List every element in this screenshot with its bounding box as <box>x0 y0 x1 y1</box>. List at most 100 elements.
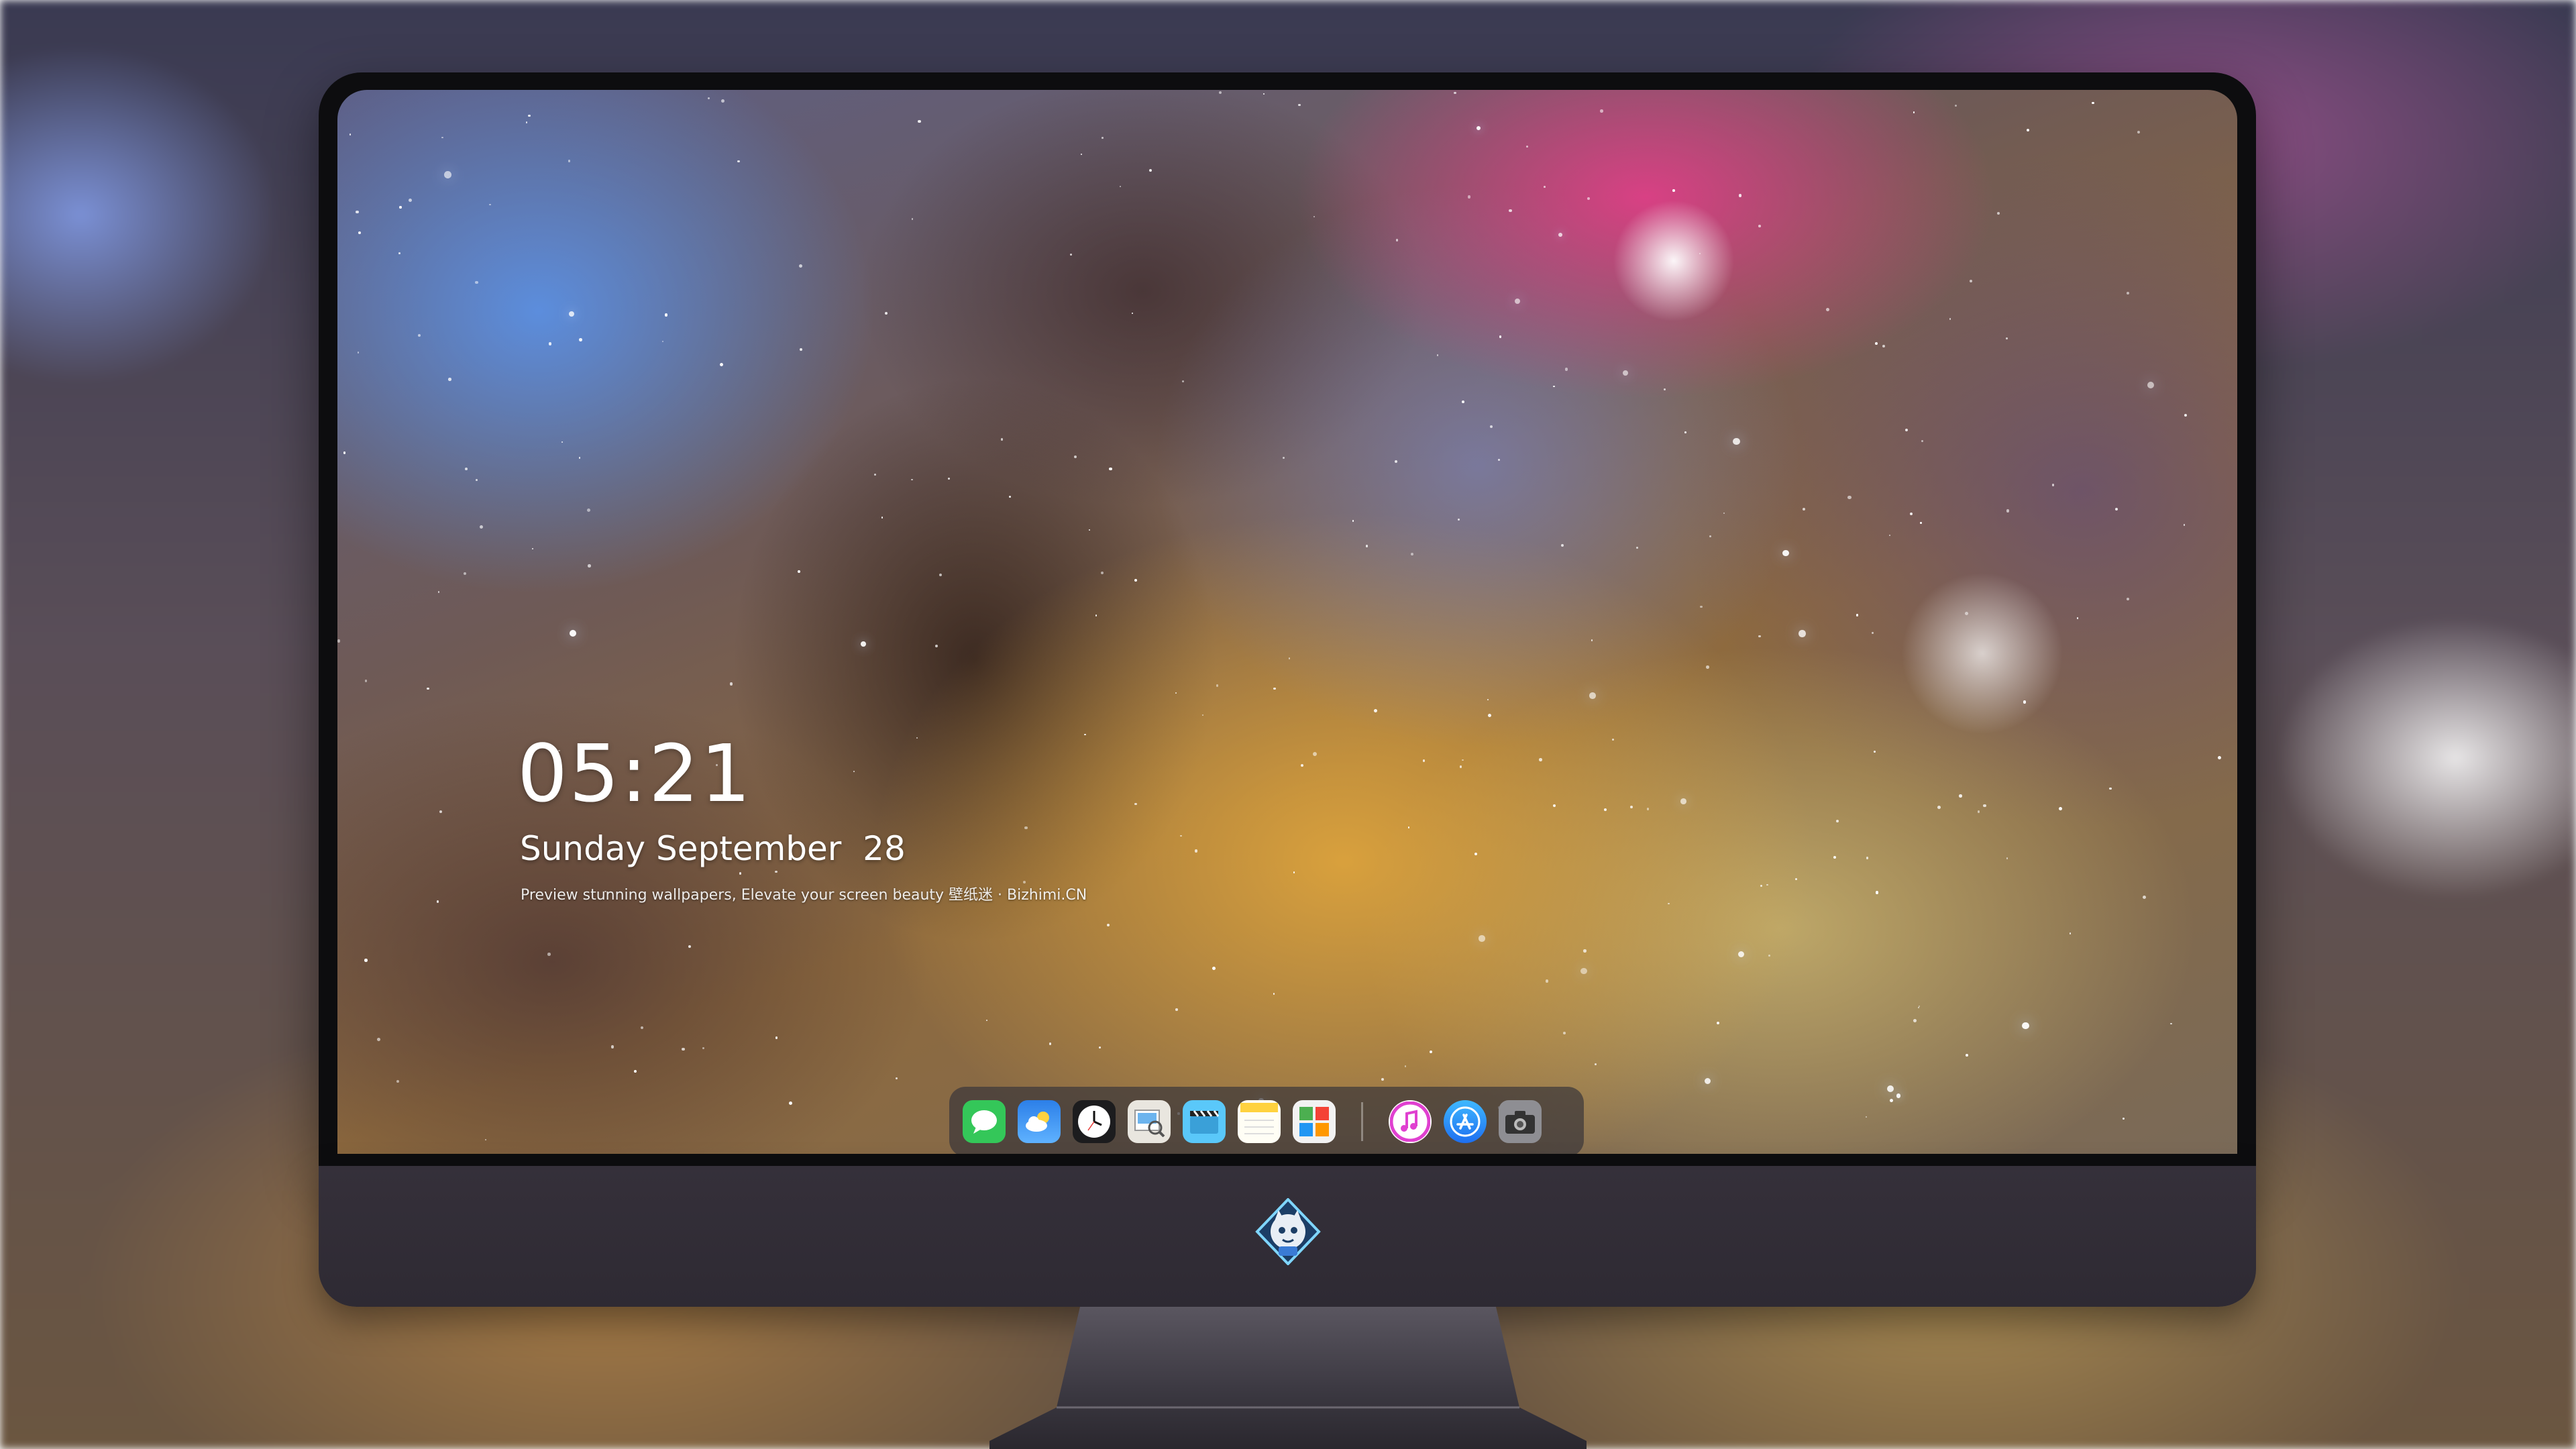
star <box>2127 292 2129 295</box>
monitor-chin <box>319 1166 2256 1307</box>
monitor-bezel: 05:21 Sunday September 28 Preview stunni… <box>319 72 2256 1166</box>
itunes-icon[interactable] <box>1389 1100 1432 1143</box>
star <box>1835 819 1839 823</box>
dock-separator <box>1361 1102 1363 1141</box>
star <box>1498 458 1500 461</box>
star <box>474 280 478 284</box>
star <box>1301 764 1304 767</box>
star <box>1799 630 1806 637</box>
star <box>2006 509 2010 513</box>
star <box>1591 639 1593 641</box>
star <box>1959 794 1962 798</box>
star <box>664 313 668 317</box>
star <box>579 338 582 341</box>
star <box>1394 460 1398 464</box>
star <box>1888 534 1890 536</box>
star <box>1499 335 1502 338</box>
star <box>1965 611 1969 616</box>
star <box>349 133 352 136</box>
star <box>1293 871 1295 874</box>
star <box>720 362 724 366</box>
star <box>2051 484 2055 486</box>
star <box>1560 543 1564 547</box>
star <box>934 645 938 648</box>
star <box>1084 733 1087 736</box>
star <box>1381 1077 1384 1081</box>
star <box>1488 714 1491 718</box>
star <box>1049 1042 1052 1045</box>
star <box>1833 855 1837 859</box>
photo-booth-icon[interactable] <box>1293 1100 1336 1143</box>
star <box>1970 279 1973 282</box>
star <box>484 1139 487 1141</box>
star <box>1913 111 1915 113</box>
star <box>938 573 942 577</box>
star <box>358 231 361 235</box>
star <box>1847 495 1851 500</box>
star <box>1709 535 1712 537</box>
star <box>2109 787 2112 790</box>
star <box>797 570 800 574</box>
star <box>634 1069 637 1073</box>
clock-icon[interactable] <box>1073 1100 1116 1143</box>
star <box>1544 186 1546 188</box>
notes-icon[interactable] <box>1238 1100 1281 1143</box>
star <box>1106 924 1110 927</box>
star <box>1723 512 1725 514</box>
star <box>884 311 888 315</box>
star <box>2059 807 2062 810</box>
star <box>1175 692 1177 694</box>
star <box>1768 955 1770 957</box>
star <box>436 900 439 903</box>
star <box>1997 211 2000 215</box>
star <box>2092 101 2095 105</box>
star <box>1430 1050 1433 1053</box>
star <box>1545 979 1549 983</box>
star <box>702 1047 705 1050</box>
star <box>1565 368 1568 371</box>
star <box>480 525 484 529</box>
star <box>916 737 918 739</box>
star <box>337 639 341 643</box>
star <box>1487 698 1489 701</box>
star <box>1263 93 1265 95</box>
star <box>1461 400 1464 403</box>
star <box>1490 425 1493 429</box>
star <box>1684 431 1686 434</box>
app-store-icon[interactable] <box>1444 1100 1487 1143</box>
star <box>1283 457 1285 460</box>
star <box>1905 428 1909 431</box>
star <box>568 160 571 162</box>
star <box>1212 966 1216 970</box>
star <box>1562 1032 1566 1034</box>
star <box>528 114 531 117</box>
star <box>1758 225 1761 227</box>
star <box>1919 522 1922 525</box>
messages-icon[interactable] <box>963 1100 1006 1143</box>
star <box>1395 239 1398 241</box>
star <box>1134 802 1137 806</box>
star <box>1288 657 1291 659</box>
star <box>464 467 468 470</box>
star <box>1580 967 1587 975</box>
star <box>1600 109 1603 113</box>
clips-icon[interactable] <box>1183 1100 1226 1143</box>
star <box>1629 806 1633 809</box>
star <box>441 136 443 139</box>
star <box>1081 154 1083 156</box>
star <box>688 945 692 948</box>
star <box>1273 687 1276 690</box>
star <box>1699 252 1701 255</box>
star <box>1583 949 1587 953</box>
star <box>1539 757 1542 761</box>
star <box>640 1026 643 1030</box>
star <box>1073 455 1077 459</box>
star <box>1069 253 1073 256</box>
camera-icon[interactable] <box>1499 1100 1542 1143</box>
weather-icon[interactable] <box>1018 1100 1061 1143</box>
star <box>1966 1054 1968 1057</box>
preview-icon[interactable] <box>1128 1100 1171 1143</box>
star <box>464 572 467 576</box>
star <box>1873 750 1876 753</box>
star <box>1181 380 1185 382</box>
